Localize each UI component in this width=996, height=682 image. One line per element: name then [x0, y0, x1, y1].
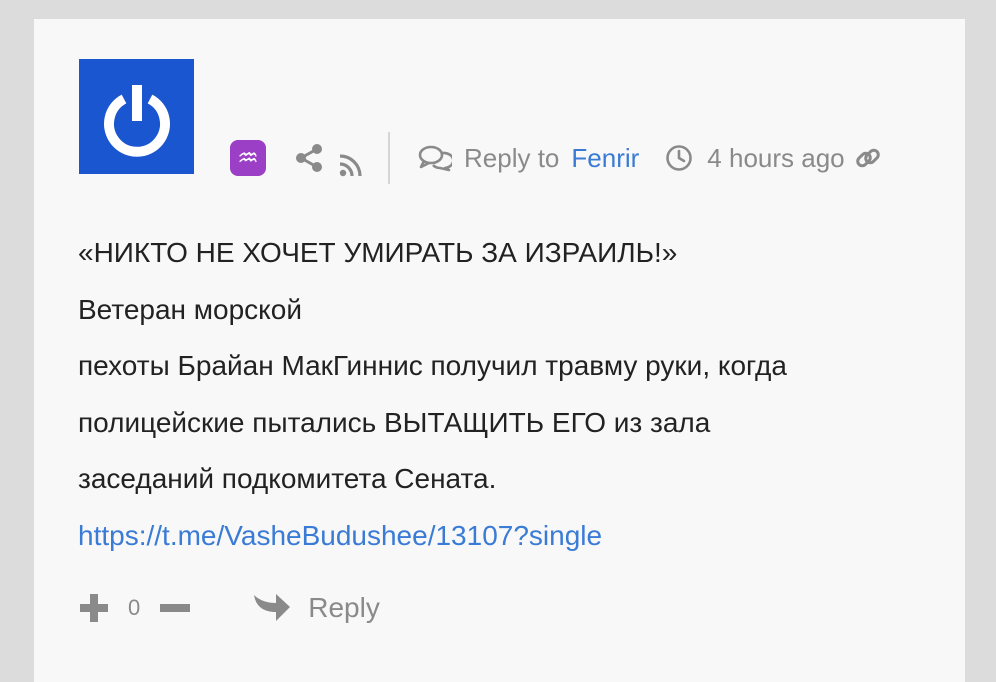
- meta-divider: [388, 132, 390, 184]
- timestamp-text: 4 hours ago: [707, 142, 845, 173]
- comment-line: полицейские пытались ВЫТАЩИТЬ ЕГО из зал…: [78, 406, 711, 438]
- reply-to: Reply to Fenrir: [418, 143, 639, 174]
- comment-card: ♒ Reply to Fenrir 4 hours ago «НИКТО НЕ …: [34, 19, 965, 682]
- reply-to-label: Reply to: [464, 142, 560, 173]
- comment-actions: 0 Reply: [78, 585, 380, 631]
- downvote-button[interactable]: [158, 592, 192, 624]
- reply-to-user-link[interactable]: Fenrir: [571, 143, 639, 174]
- comment-line: пехоты Брайан МакГиннис получил травму р…: [78, 350, 787, 381]
- plus-icon: [80, 594, 108, 622]
- comment-body: «НИКТО НЕ ХОЧЕТ УМИРАТЬ ЗА ИЗРАИЛЬ!» Вет…: [78, 225, 938, 564]
- vote-count: 0: [128, 595, 141, 620]
- power-icon: [103, 84, 170, 157]
- upvote-button[interactable]: [78, 592, 110, 624]
- timestamp: 4 hours ago: [665, 142, 845, 174]
- rss-icon[interactable]: [338, 152, 364, 178]
- aquarius-icon: ♒: [230, 140, 266, 176]
- comment-link[interactable]: https://t.me/VasheBudushee/13107?single: [78, 520, 602, 551]
- comments-icon: [418, 145, 452, 172]
- reply-button-label: Reply: [308, 592, 380, 623]
- minus-icon: [160, 604, 191, 612]
- comment-meta: ♒ Reply to Fenrir 4 hours ago: [230, 131, 950, 185]
- reply-arrow-icon: [254, 594, 291, 621]
- comment-line: «НИКТО НЕ ХОЧЕТ УМИРАТЬ ЗА ИЗРАИЛЬ!»: [78, 237, 678, 268]
- reply-button[interactable]: Reply: [252, 591, 380, 625]
- comment-line: заседаний подкомитета Сената.: [78, 463, 497, 494]
- permalink-icon[interactable]: [853, 143, 883, 173]
- avatar[interactable]: [79, 59, 194, 174]
- comment-line: Ветеран морской: [78, 293, 302, 325]
- share-icon[interactable]: [294, 143, 324, 173]
- clock-icon: [666, 145, 693, 171]
